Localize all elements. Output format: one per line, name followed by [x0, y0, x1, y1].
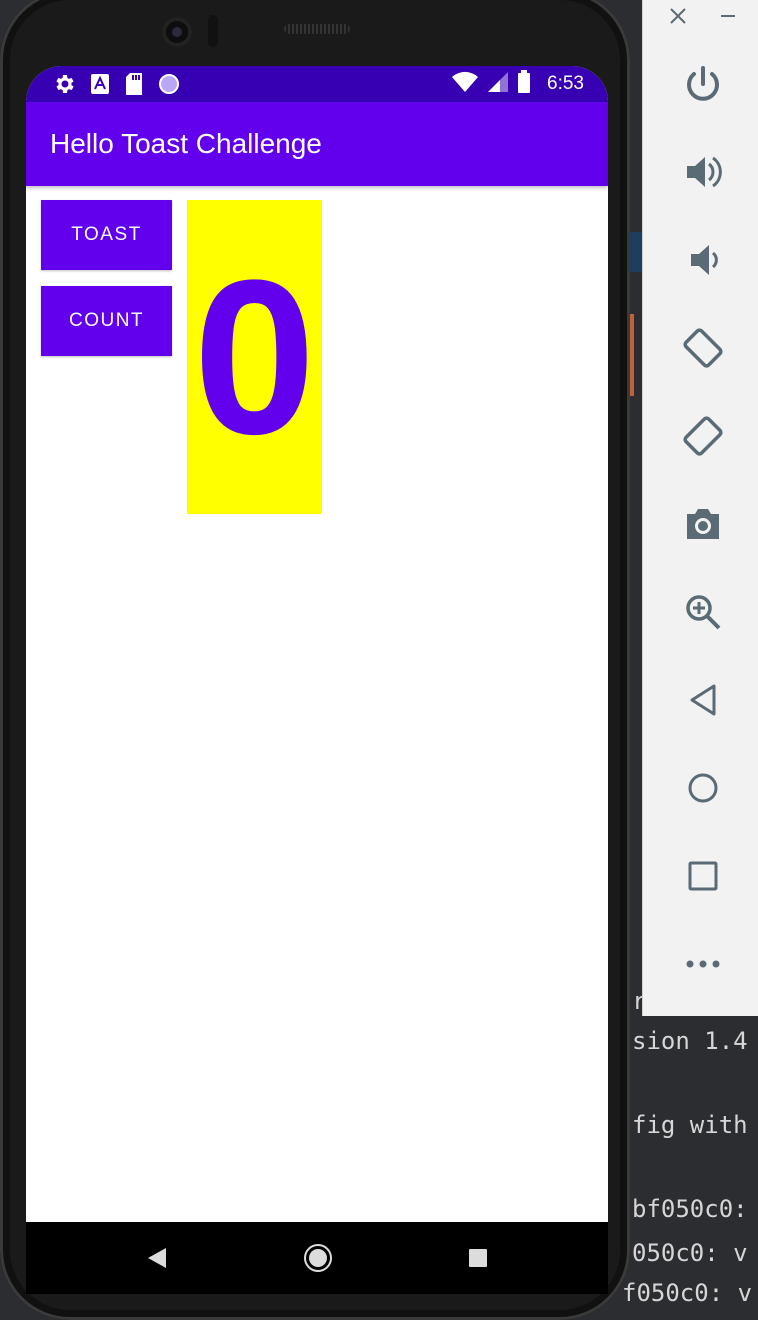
loading-circle-icon — [158, 73, 180, 99]
front-camera — [162, 17, 192, 47]
toast-button[interactable]: TOAST — [41, 200, 172, 270]
close-icon[interactable] — [669, 6, 687, 31]
gear-icon — [52, 72, 76, 100]
console-line: 050c0: v — [632, 1239, 748, 1267]
count-button[interactable]: COUNT — [41, 286, 172, 356]
home-circle-icon[interactable] — [302, 1242, 334, 1278]
ide-console: r sion 1.4 fig with bf050c0: 050c0: v f0… — [622, 985, 758, 1306]
sd-card-icon — [124, 72, 144, 100]
console-line: sion 1.4 — [632, 1027, 748, 1055]
back-icon[interactable] — [679, 676, 727, 724]
overview-icon[interactable] — [679, 852, 727, 900]
console-line: bf050c0: — [632, 1195, 748, 1223]
volume-down-icon[interactable] — [679, 236, 727, 284]
zoom-icon[interactable] — [679, 588, 727, 636]
back-triangle-icon[interactable] — [146, 1246, 168, 1274]
recents-square-icon[interactable] — [468, 1248, 488, 1272]
count-value: 0 — [193, 234, 316, 480]
signal-icon — [487, 71, 509, 97]
console-line: f050c0: v — [622, 1279, 753, 1307]
font-a-icon — [90, 73, 110, 99]
camera-icon[interactable] — [679, 500, 727, 548]
app-bar: Hello Toast Challenge — [26, 102, 608, 186]
more-icon[interactable] — [679, 940, 727, 988]
volume-up-icon[interactable] — [679, 148, 727, 196]
console-line: fig with — [632, 1111, 748, 1139]
rotate-right-icon[interactable] — [679, 412, 727, 460]
device-screen: 6:53 Hello Toast Challenge TOAST COUNT 0 — [26, 66, 608, 1284]
status-time: 6:53 — [547, 73, 584, 94]
wifi-icon — [451, 71, 479, 97]
battery-icon — [517, 70, 531, 98]
proximity-sensor — [208, 15, 218, 47]
minimize-icon[interactable] — [719, 6, 737, 31]
power-icon[interactable] — [679, 60, 727, 108]
ide-panel-stripe — [628, 232, 642, 272]
app-title: Hello Toast Challenge — [50, 128, 322, 159]
status-bar: 6:53 — [26, 66, 608, 102]
count-display: 0 — [187, 200, 322, 514]
earpiece-speaker — [284, 24, 350, 34]
emulator-toolbar — [642, 0, 758, 1016]
home-icon[interactable] — [679, 764, 727, 812]
navigation-bar — [26, 1222, 608, 1294]
rotate-left-icon[interactable] — [679, 324, 727, 372]
